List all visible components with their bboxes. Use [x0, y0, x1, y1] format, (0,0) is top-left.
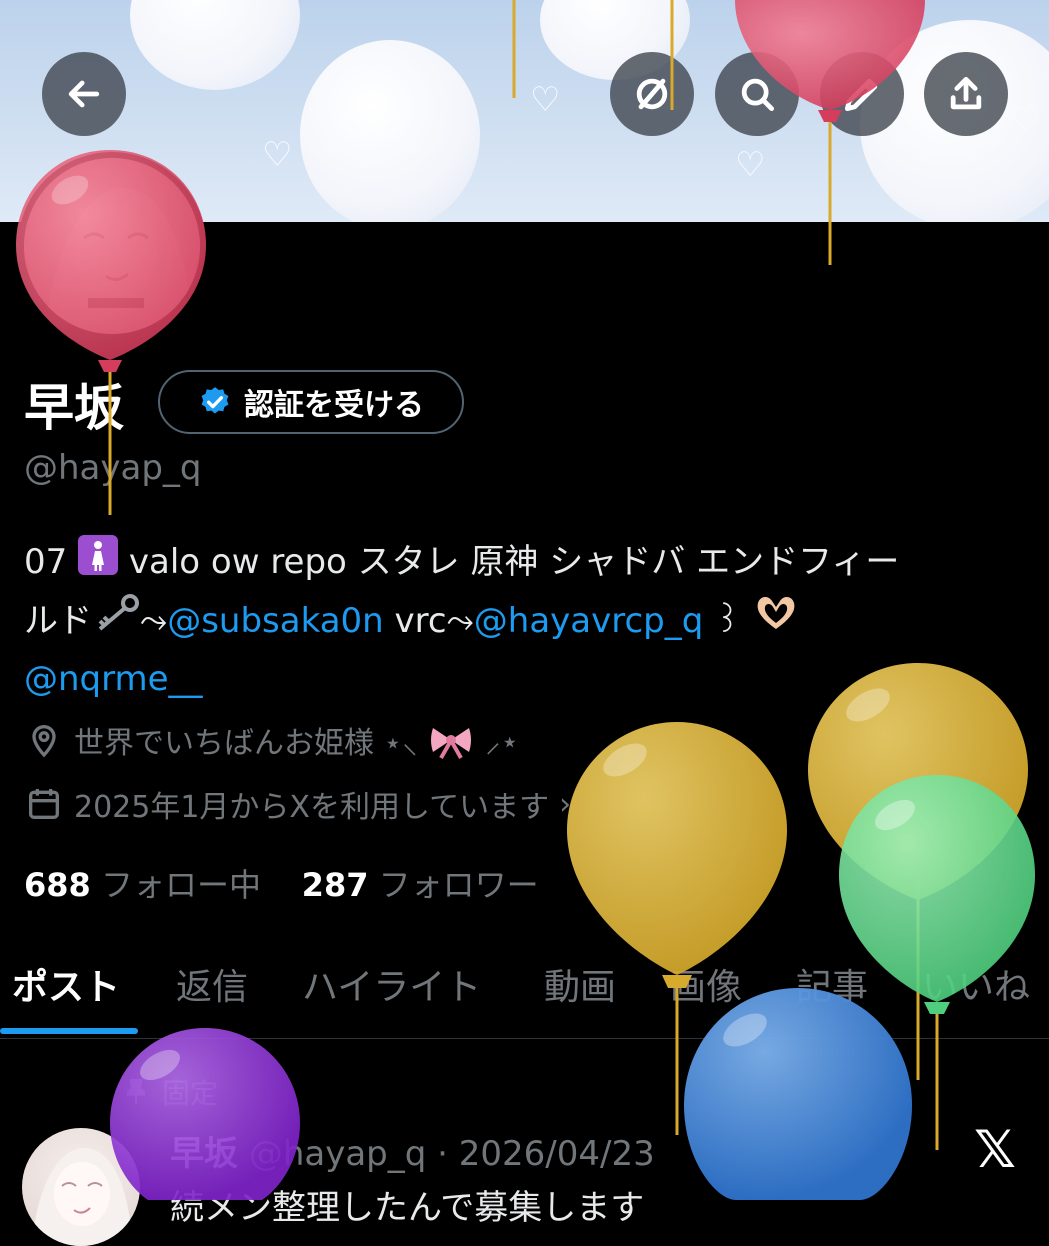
tab-highlights[interactable]: ハイライト: [302, 958, 481, 1010]
followers-link[interactable]: 287 フォロワー: [302, 866, 539, 904]
mention-link[interactable]: @hayavrcp_q: [474, 601, 704, 641]
share-icon: [950, 76, 982, 110]
chevron-right-icon: ›: [559, 786, 572, 822]
follow-stats: 688 フォロー中 287 フォロワー: [24, 860, 539, 906]
pinned-label: 固定: [162, 1077, 219, 1110]
get-verified-label: 認証を受ける: [244, 388, 424, 423]
calendar-icon: [29, 789, 59, 819]
bio-line-3: @nqrme__: [24, 651, 1034, 708]
banner-bunny-illustration: [300, 40, 480, 222]
bio-text: ルド: [24, 600, 92, 641]
balloon-yellow-left: [567, 722, 787, 988]
following-label: フォロー中: [100, 866, 261, 904]
following-link[interactable]: 688 フォロー中: [24, 866, 261, 904]
post-author-avatar[interactable]: [22, 1128, 140, 1246]
bio-line-1: 07 valo ow repo スタレ 原神 シャドバ エンドフィー: [24, 534, 1034, 593]
heart-icon: ♡: [530, 80, 561, 120]
tab-videos[interactable]: 動画: [544, 958, 616, 1010]
bio-text: ⤳: [140, 600, 168, 641]
verified-badge-icon: [201, 387, 229, 414]
stop-sharing-button[interactable]: [610, 52, 694, 136]
pinned-indicator: 固定: [120, 1072, 218, 1112]
profile-joined[interactable]: 2025年1月からXを利用しています ›: [24, 782, 571, 826]
followers-label: フォロワー: [378, 866, 539, 904]
search-icon: [741, 78, 775, 112]
edit-button[interactable]: [820, 52, 904, 136]
mention-link[interactable]: @nqrme__: [24, 659, 203, 699]
heart-icon: ♡: [262, 135, 293, 175]
location-pin-icon: [32, 725, 56, 758]
joined-text: 2025年1月からXを利用しています: [74, 790, 550, 825]
post-author-name[interactable]: 早坂: [170, 1134, 238, 1174]
bio-text: ⤳: [446, 600, 474, 641]
tab-posts[interactable]: ポスト: [12, 958, 120, 1010]
bio-text: ꒱: [703, 600, 741, 641]
following-count: 688: [24, 866, 91, 904]
bio-text: 07: [24, 542, 68, 582]
avatar-illustration: [32, 1148, 132, 1246]
x-logo-icon: 𝕏: [974, 1120, 1016, 1180]
tab-photos[interactable]: 画像: [670, 958, 742, 1010]
tab-likes[interactable]: いいね: [922, 958, 1030, 1010]
get-verified-button[interactable]: 認証を受ける: [158, 370, 464, 434]
profile-handle: @hayap_q: [24, 448, 202, 488]
back-button[interactable]: [42, 52, 126, 136]
location-text: 世界でいちばんお姫様 ⋆⸜: [74, 726, 418, 761]
post-handle-date: @hayap_q · 2026/04/23: [248, 1134, 655, 1174]
edit-icon: [844, 78, 878, 112]
post-text: 続メン整理したんで募集します: [170, 1188, 645, 1228]
profile-avatar[interactable]: [18, 152, 206, 340]
heart-hands-emoji-icon: [752, 593, 800, 651]
tab-articles[interactable]: 記事: [796, 958, 868, 1010]
profile-bio: 07 valo ow repo スタレ 原神 シャドバ エンドフィー ルド ⤳@s…: [24, 534, 1034, 708]
post-header: 早坂 @hayap_q · 2026/04/23: [170, 1126, 655, 1175]
old-key-emoji-icon: [92, 593, 140, 651]
active-tab-indicator: [0, 1028, 138, 1034]
arrow-left-icon: [68, 80, 100, 108]
share-button[interactable]: [924, 52, 1008, 136]
search-button[interactable]: [715, 52, 799, 136]
followers-count: 287: [301, 866, 369, 904]
womens-room-emoji-icon: [78, 534, 119, 593]
profile-location: 世界でいちばんお姫様 ⋆⸜ ⸝⋆: [24, 718, 519, 762]
bio-text: valo ow repo スタレ 原神 シャドバ エンドフィー: [128, 542, 900, 582]
banner-bunny-illustration: [130, 0, 300, 90]
location-text: ⸝⋆: [485, 724, 520, 760]
ribbon-emoji-icon: [431, 728, 472, 759]
profile-tabs: ポスト 返信 ハイライト 動画 画像 記事 いいね: [0, 950, 1049, 1039]
tab-replies[interactable]: 返信: [176, 958, 248, 1010]
pin-icon: [127, 1079, 145, 1104]
profile-name: 早坂: [24, 379, 124, 437]
mention-link[interactable]: @subsaka0n: [167, 601, 384, 641]
avatar-illustration: [24, 158, 200, 334]
heart-icon: ♡: [735, 145, 766, 185]
bio-text: vrc: [383, 600, 447, 641]
heart-icon: ♡: [1010, 100, 1041, 140]
bio-line-2: ルド ⤳@subsaka0n vrc⤳@hayavrcp_q ꒱: [24, 593, 1034, 652]
stop-sharing-icon: [636, 78, 668, 110]
